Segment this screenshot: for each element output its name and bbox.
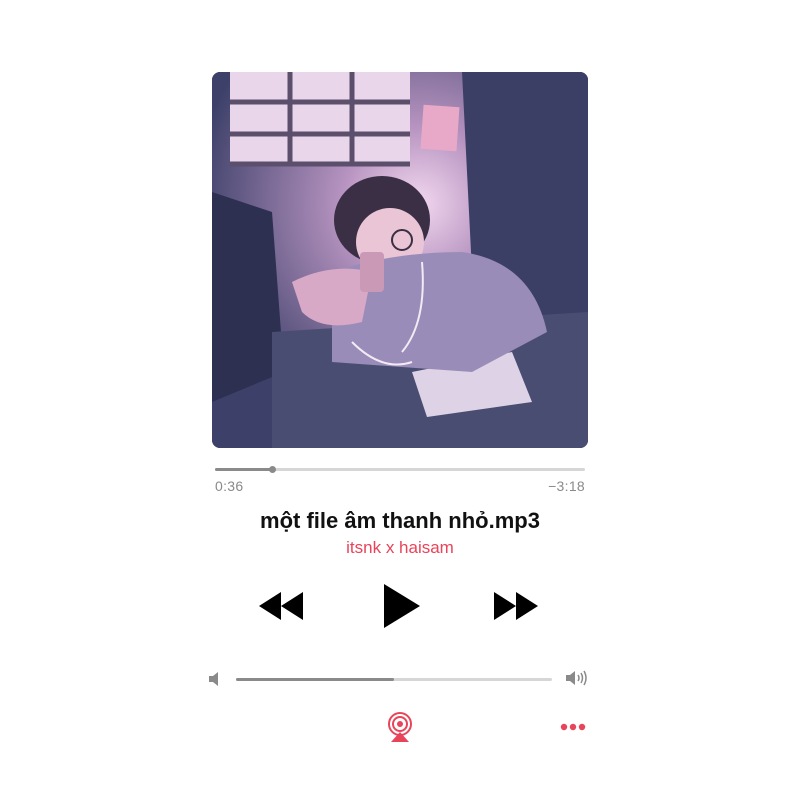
progress-scrubber[interactable] — [269, 466, 277, 473]
volume-max-button[interactable] — [566, 669, 588, 692]
airplay-icon — [388, 712, 412, 742]
song-title: một file âm thanh nhỏ.mp3 — [260, 508, 540, 533]
play-button[interactable] — [382, 584, 422, 628]
progress-fill — [215, 468, 273, 471]
speaker-low-icon — [209, 672, 218, 686]
remaining-time: −3:18 — [548, 478, 585, 494]
airplay-button[interactable] — [386, 712, 414, 747]
play-icon — [384, 584, 420, 628]
music-player: 0:36 −3:18 một file âm thanh nhỏ.mp3 its… — [0, 0, 800, 800]
fast-forward-button[interactable] — [494, 592, 540, 620]
fast-forward-icon — [494, 592, 538, 620]
artist-name[interactable]: itsnk x haisam — [200, 538, 600, 558]
more-options-button[interactable] — [560, 718, 586, 736]
volume-min-button[interactable] — [209, 672, 221, 691]
rewind-button[interactable] — [259, 592, 305, 620]
volume-fill — [236, 678, 394, 681]
progress-bar[interactable] — [215, 466, 585, 473]
album-artwork — [212, 72, 588, 448]
elapsed-time: 0:36 — [215, 478, 244, 494]
speaker-high-icon — [566, 670, 587, 686]
volume-slider[interactable] — [236, 678, 552, 681]
more-options-icon — [560, 723, 586, 731]
rewind-icon — [259, 592, 303, 620]
